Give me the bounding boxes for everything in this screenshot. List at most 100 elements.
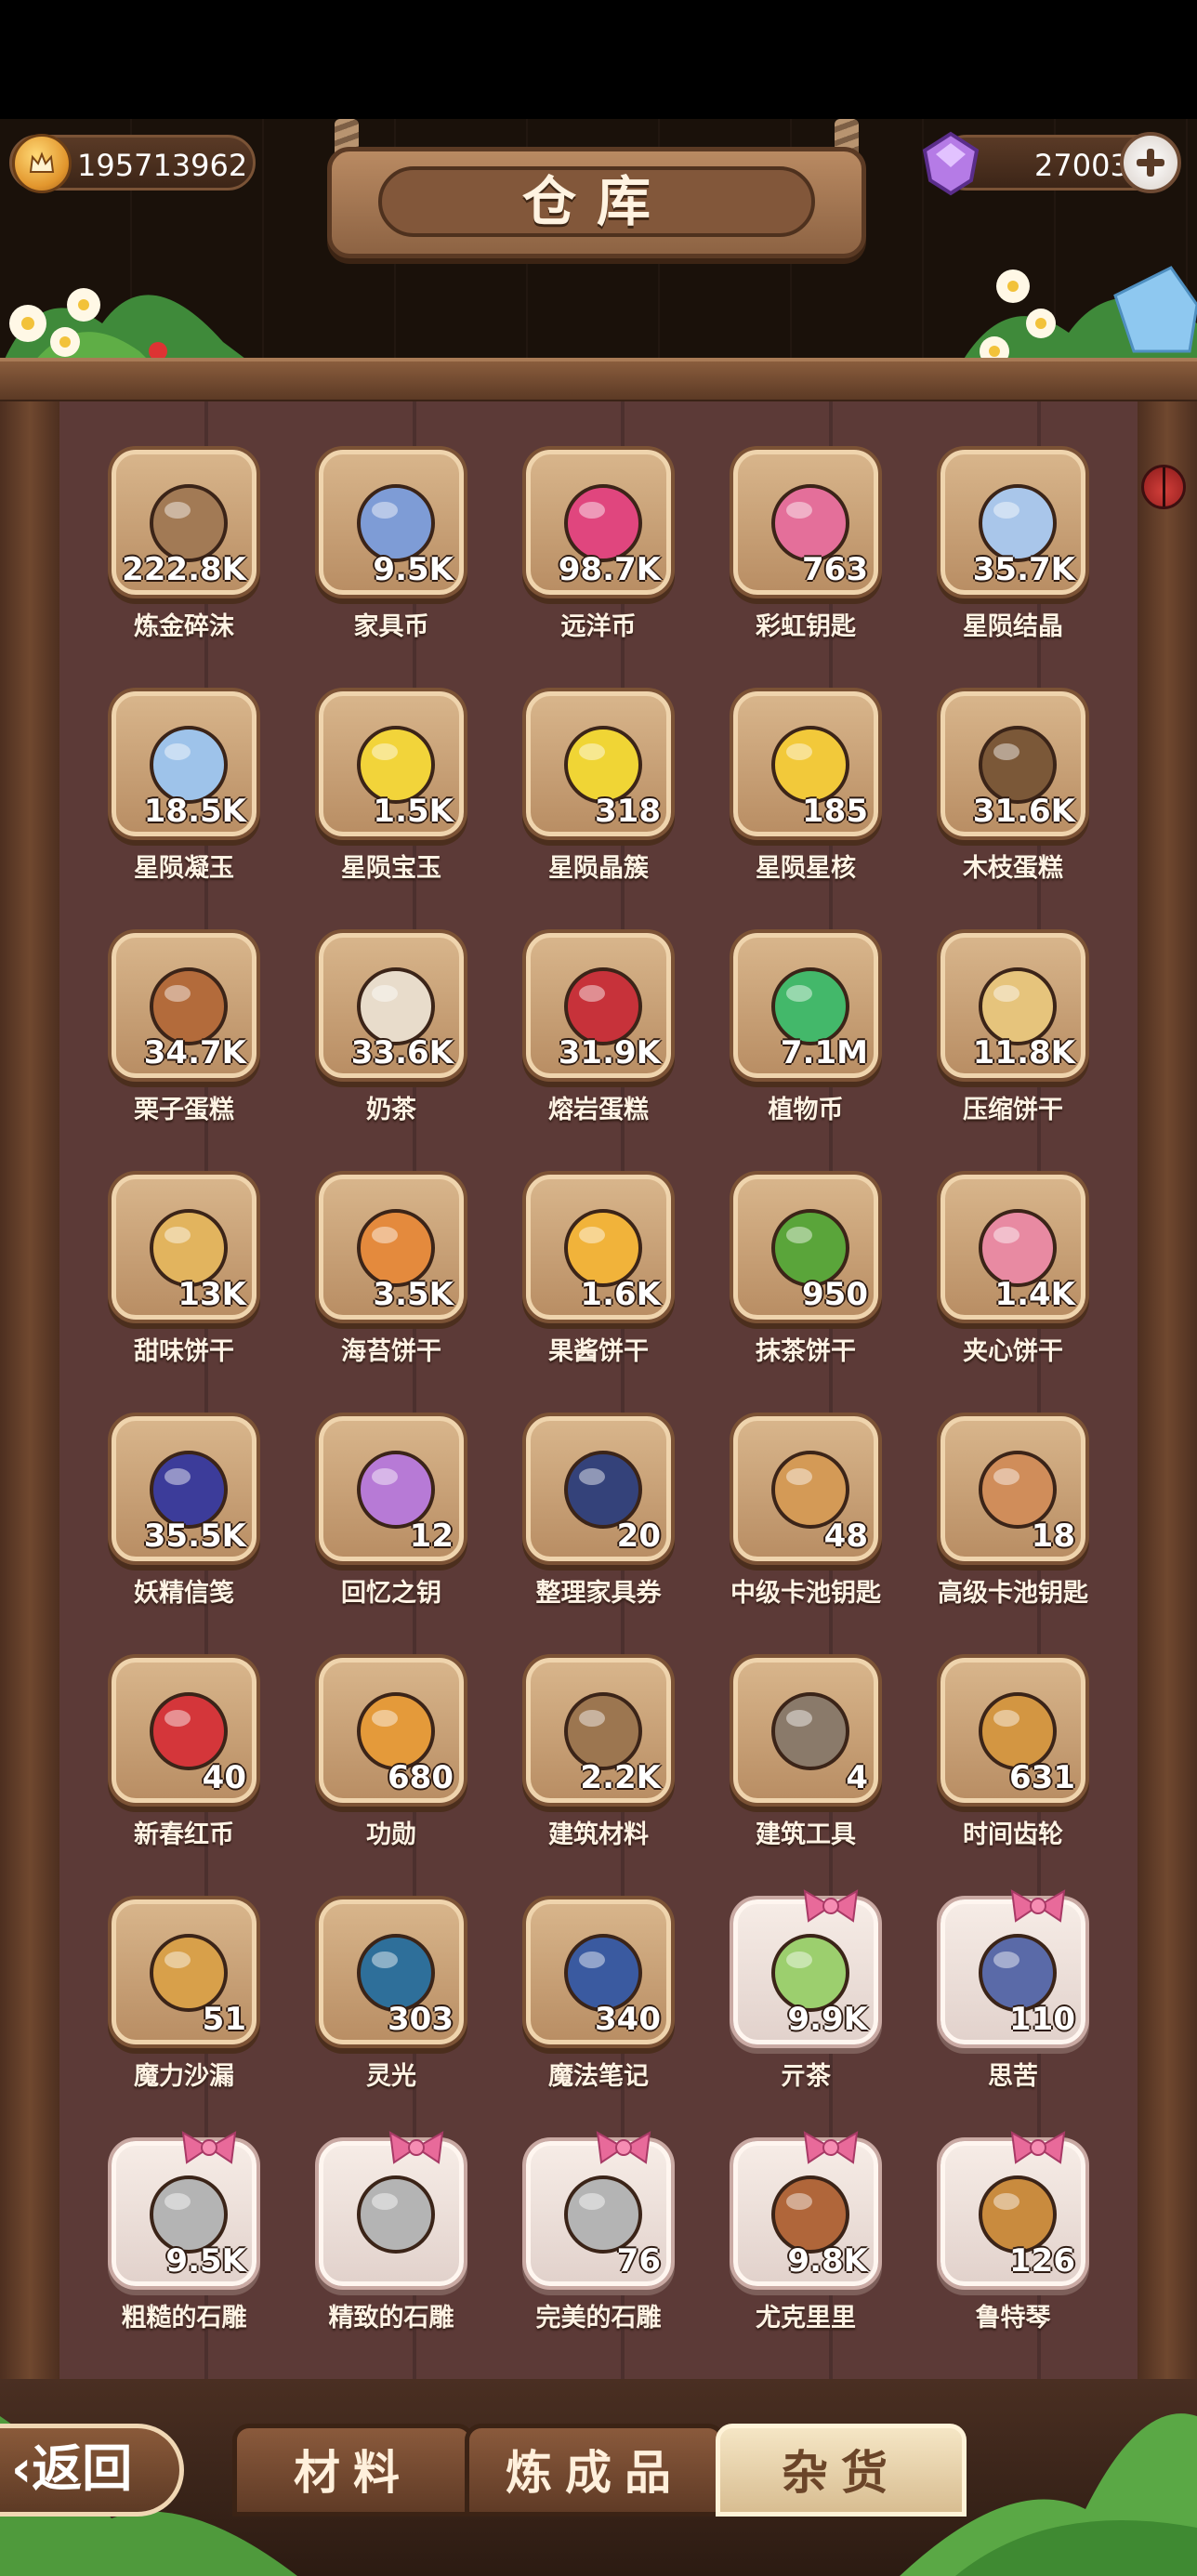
item-slot[interactable]: 18 xyxy=(940,1416,1085,1561)
item-slot[interactable]: 9.9K xyxy=(733,1889,878,2044)
item-name: 甜味饼干 xyxy=(134,1337,234,1366)
item-slot[interactable]: 35.7K xyxy=(940,450,1085,595)
inventory-item[interactable]: 18 高级卡池钥匙 xyxy=(920,1405,1089,1610)
inventory-item[interactable]: 12 回忆之钥 xyxy=(298,1405,467,1610)
item-slot[interactable]: 40 xyxy=(112,1658,256,1803)
item-slot[interactable]: 51 xyxy=(112,1899,256,2044)
item-slot[interactable]: 950 xyxy=(733,1175,878,1320)
item-slot[interactable]: 98.7K xyxy=(526,450,671,595)
inventory-item[interactable]: 1.5K 星陨宝玉 xyxy=(298,680,467,885)
tab-materials[interactable]: 材料 xyxy=(232,2424,474,2517)
item-slot[interactable]: 31.6K xyxy=(940,691,1085,836)
inventory-item[interactable]: 126 鲁特琴 xyxy=(920,2130,1089,2334)
inventory-item[interactable]: 680 功勋 xyxy=(298,1647,467,1851)
add-gems-button[interactable] xyxy=(1120,132,1181,193)
inventory-item[interactable]: 1.6K 果酱饼干 xyxy=(506,1163,675,1368)
inventory-item[interactable]: 98.7K 远洋币 xyxy=(506,439,675,643)
item-slot[interactable]: 3.5K xyxy=(319,1175,464,1320)
inventory-item[interactable]: 48 中级卡池钥匙 xyxy=(713,1405,882,1610)
item-name: 魔力沙漏 xyxy=(134,2062,234,2091)
item-slot[interactable]: 18.5K xyxy=(112,691,256,836)
item-slot[interactable]: 9.5K xyxy=(319,450,464,595)
inventory-item[interactable]: 185 星陨星核 xyxy=(713,680,882,885)
inventory-item[interactable]: 31.9K 熔岩蛋糕 xyxy=(506,922,675,1126)
item-slot[interactable]: 303 xyxy=(319,1899,464,2044)
item-count: 303 xyxy=(388,2001,454,2038)
item-count: 1.4K xyxy=(994,1276,1075,1313)
inventory-item[interactable]: 763 彩虹钥匙 xyxy=(713,439,882,643)
item-count: 31.9K xyxy=(558,1034,661,1071)
item-slot[interactable]: 7.1M xyxy=(733,933,878,1078)
inventory-item[interactable]: 精致的石雕 xyxy=(298,2130,467,2334)
inventory-item[interactable]: 9.8K 尤克里里 xyxy=(713,2130,882,2334)
inventory-item[interactable]: 40 新春红币 xyxy=(91,1647,260,1851)
inventory-item[interactable]: 76 完美的石雕 xyxy=(506,2130,675,2334)
inventory-item[interactable]: 4 建筑工具 xyxy=(713,1647,882,1851)
crown-coin-icon xyxy=(12,134,72,193)
item-slot[interactable]: 763 xyxy=(733,450,878,595)
item-slot[interactable]: 31.9K xyxy=(526,933,671,1078)
item-slot[interactable]: 34.7K xyxy=(112,933,256,1078)
item-slot[interactable]: 222.8K xyxy=(112,450,256,595)
item-slot[interactable]: 110 xyxy=(940,1889,1085,2044)
inventory-item[interactable]: 303 灵光 xyxy=(298,1888,467,2093)
item-slot[interactable]: 48 xyxy=(733,1416,878,1561)
inventory-item[interactable]: 1.4K 夹心饼干 xyxy=(920,1163,1089,1368)
item-count: 222.8K xyxy=(122,551,246,588)
inventory-item[interactable]: 34.7K 栗子蛋糕 xyxy=(91,922,260,1126)
item-slot[interactable]: 35.5K xyxy=(112,1416,256,1561)
item-slot[interactable]: 13K xyxy=(112,1175,256,1320)
inventory-item[interactable]: 13K 甜味饼干 xyxy=(91,1163,260,1368)
back-label: 返回 xyxy=(32,2439,133,2498)
inventory-item[interactable]: 33.6K 奶茶 xyxy=(298,922,467,1126)
item-slot[interactable]: 340 xyxy=(526,1899,671,2044)
inventory-item[interactable]: 631 时间齿轮 xyxy=(920,1647,1089,1851)
tab-products[interactable]: 炼成品 xyxy=(465,2424,725,2517)
inventory-item[interactable]: 340 魔法笔记 xyxy=(506,1888,675,2093)
item-count: 185 xyxy=(802,793,868,830)
inventory-item[interactable]: 51 魔力沙漏 xyxy=(91,1888,260,2093)
inventory-item[interactable]: 7.1M 植物币 xyxy=(713,922,882,1126)
inventory-item[interactable]: 110 思苦 xyxy=(920,1888,1089,2093)
item-count: 950 xyxy=(802,1276,868,1313)
item-slot[interactable]: 680 xyxy=(319,1658,464,1803)
item-name: 粗糙的石雕 xyxy=(121,2304,247,2333)
item-slot[interactable]: 33.6K xyxy=(319,933,464,1078)
inventory-item[interactable]: 950 抹茶饼干 xyxy=(713,1163,882,1368)
inventory-item[interactable]: 9.9K 亓茶 xyxy=(713,1888,882,2093)
inventory-item[interactable]: 35.5K 妖精信笺 xyxy=(91,1405,260,1610)
inventory-item[interactable]: 318 星陨晶簇 xyxy=(506,680,675,885)
item-slot[interactable]: 76 xyxy=(526,2131,671,2286)
item-slot[interactable]: 631 xyxy=(940,1658,1085,1803)
inventory-item[interactable]: 20 整理家具券 xyxy=(506,1405,675,1610)
item-slot[interactable]: 12 xyxy=(319,1416,464,1561)
item-slot[interactable]: 126 xyxy=(940,2131,1085,2286)
item-name: 熔岩蛋糕 xyxy=(548,1096,649,1124)
item-slot[interactable]: 185 xyxy=(733,691,878,836)
item-slot[interactable] xyxy=(319,2131,464,2286)
item-slot[interactable]: 20 xyxy=(526,1416,671,1561)
tab-misc[interactable]: 杂货 xyxy=(716,2424,967,2517)
item-slot[interactable]: 1.4K xyxy=(940,1175,1085,1320)
item-slot[interactable]: 1.5K xyxy=(319,691,464,836)
item-slot[interactable]: 9.8K xyxy=(733,2131,878,2286)
inventory-item[interactable]: 18.5K 星陨凝玉 xyxy=(91,680,260,885)
item-name: 鲁特琴 xyxy=(975,2304,1051,2333)
inventory-item[interactable]: 9.5K 家具币 xyxy=(298,439,467,643)
item-slot[interactable]: 1.6K xyxy=(526,1175,671,1320)
item-name: 星陨星核 xyxy=(756,854,856,883)
inventory-item[interactable]: 2.2K 建筑材料 xyxy=(506,1647,675,1851)
item-slot[interactable]: 4 xyxy=(733,1658,878,1803)
inventory-item[interactable]: 3.5K 海苔饼干 xyxy=(298,1163,467,1368)
item-slot[interactable]: 318 xyxy=(526,691,671,836)
inventory-item[interactable]: 35.7K 星陨结晶 xyxy=(920,439,1089,643)
inventory-item[interactable]: 11.8K 压缩饼干 xyxy=(920,922,1089,1126)
inventory-item[interactable]: 9.5K 粗糙的石雕 xyxy=(91,2130,260,2334)
item-name: 木枝蛋糕 xyxy=(963,854,1063,883)
item-slot[interactable]: 2.2K xyxy=(526,1658,671,1803)
inventory-item[interactable]: 31.6K 木枝蛋糕 xyxy=(920,680,1089,885)
item-slot[interactable]: 9.5K xyxy=(112,2131,256,2286)
inventory-item[interactable]: 222.8K 炼金碎沫 xyxy=(91,439,260,643)
back-button[interactable]: ‹返回 xyxy=(0,2424,184,2517)
item-slot[interactable]: 11.8K xyxy=(940,933,1085,1078)
